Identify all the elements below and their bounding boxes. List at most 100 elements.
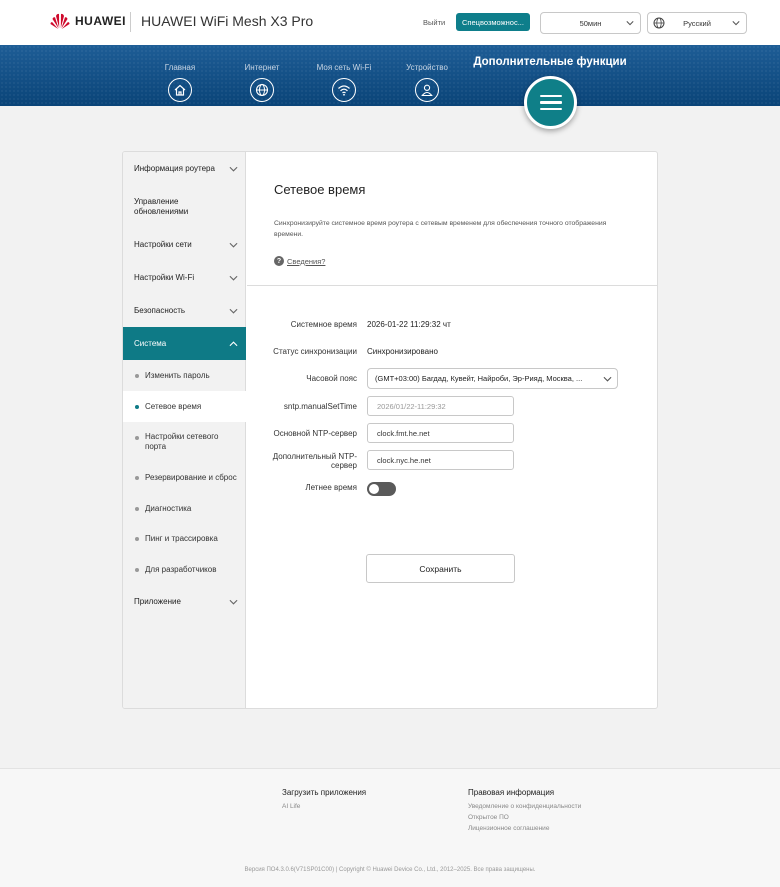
system-time-label: Системное время (290, 320, 357, 329)
session-timeout-select[interactable]: 50мин (540, 12, 641, 34)
ai-life-link[interactable]: AI Life (282, 803, 300, 810)
sync-status-label: Статус синхронизации (273, 347, 357, 356)
sidebar-subitem-label: Резервирование и сброс (145, 473, 237, 482)
sidebar-item-system[interactable]: Система (123, 327, 246, 360)
language-select[interactable]: Русский (647, 12, 747, 34)
chevron-down-icon (732, 21, 740, 26)
sidebar-item-router-info[interactable]: Информация роутера (123, 152, 246, 185)
help-link[interactable]: ? Сведения? (274, 256, 325, 266)
dst-toggle[interactable] (367, 482, 396, 496)
sidebar-item-wifi[interactable]: Настройки Wi-Fi (123, 261, 246, 294)
bullet-dot (135, 507, 139, 511)
apps-title: Загрузить приложения (282, 788, 367, 797)
sidebar-subitem-label: Изменить пароль (145, 371, 210, 380)
main-navigation: Главная Интернет Моя сеть Wi-Fi Устройст… (0, 45, 780, 106)
nav-internet-label: Интернет (244, 63, 280, 72)
bullet-dot (135, 436, 139, 440)
save-button[interactable]: Сохранить (366, 554, 515, 583)
nav-device-label: Устройство (406, 63, 448, 72)
top-header: HUAWEI HUAWEI WiFi Mesh X3 Pro Выйти Спе… (0, 0, 780, 45)
logout-link[interactable]: Выйти (423, 18, 445, 27)
nav-wifi-label: Моя сеть Wi-Fi (316, 63, 372, 72)
open-source-link[interactable]: Открытое ПО (468, 814, 509, 821)
license-link[interactable]: Лицензионное соглашение (468, 825, 549, 832)
secondary-ntp-input[interactable]: clock.nyc.he.net (367, 450, 514, 470)
primary-ntp-value: clock.fmt.he.net (377, 428, 430, 438)
sidebar-subitem-developers[interactable]: Для разработчиков (123, 554, 246, 585)
brand-name: HUAWEI (75, 14, 126, 28)
product-name: HUAWEI WiFi Mesh X3 Pro (141, 13, 314, 29)
page-title: Сетевое время (274, 182, 366, 197)
timezone-value: (GMT+03:00) Багдад, Кувейт, Найроби, Эр-… (375, 374, 583, 383)
sidebar: Информация роутера Управление обновления… (123, 152, 246, 708)
sidebar-item-label: Система (134, 339, 167, 348)
sidebar-subitem-port-settings[interactable]: Настройки сетевого порта (123, 424, 246, 463)
sidebar-subitem-password[interactable]: Изменить пароль (123, 360, 246, 391)
huawei-logo: HUAWEI (50, 12, 126, 30)
sidebar-item-label: Приложение (134, 597, 181, 606)
toggle-knob (369, 484, 379, 494)
nav-advanced[interactable]: Дополнительные функции (465, 56, 635, 68)
globe-icon[interactable] (250, 78, 274, 102)
session-timeout-value: 50мин (579, 18, 602, 28)
manual-time-input[interactable]: 2026/01/22-11:29:32 (367, 396, 514, 416)
sidebar-item-app[interactable]: Приложение (123, 585, 246, 618)
copyright: Версия ПО4.3.0.6(V71SP01C00) | Copyright… (244, 867, 536, 873)
sidebar-subitem-label: Сетевое время (145, 402, 202, 411)
sidebar-subitem-label: Для разработчиков (145, 565, 217, 574)
sidebar-subitem-network-time[interactable]: Сетевое время (123, 391, 246, 422)
sidebar-item-label: Безопасность (134, 306, 186, 315)
sidebar-item-network[interactable]: Настройки сети (123, 228, 246, 261)
dst-label: Летнее время (305, 483, 357, 492)
nav-internet[interactable]: Интернет (227, 63, 297, 72)
bullet-dot (135, 476, 139, 480)
sidebar-item-label: Информация роутера (134, 164, 215, 173)
secondary-ntp-value: clock.nyc.he.net (377, 455, 431, 465)
help-link-label: Сведения? (287, 256, 326, 266)
footer: Загрузить приложения AI Life Правовая ин… (0, 768, 780, 887)
nav-home[interactable]: Главная (145, 63, 215, 72)
user-icon[interactable] (415, 78, 439, 102)
privacy-link[interactable]: Уведомление о конфиденциальности (468, 803, 581, 810)
secondary-ntp-label: Дополнительный NTP-сервер (272, 452, 357, 470)
primary-ntp-input[interactable]: clock.fmt.he.net (367, 423, 514, 443)
divider (247, 285, 657, 286)
nav-wifi[interactable]: Моя сеть Wi-Fi (309, 63, 379, 72)
bullet-dot (135, 537, 139, 541)
sync-status-value: Синхронизировано (367, 347, 438, 356)
bullet-dot (135, 374, 139, 378)
accessibility-button[interactable]: Спецвозможнос... (456, 13, 530, 31)
page-description: Синхронизируйте системное время роутера … (274, 220, 607, 238)
timezone-select[interactable]: (GMT+03:00) Багдад, Кувейт, Найроби, Эр-… (367, 368, 618, 389)
sidebar-item-label: Настройки Wi-Fi (134, 273, 195, 282)
chevron-down-icon (229, 166, 238, 172)
sidebar-subitem-label: Пинг и трассировка (145, 534, 218, 543)
manual-time-value: 2026/01/22-11:29:32 (377, 401, 446, 411)
legal-title: Правовая информация (468, 788, 555, 797)
sidebar-subitem-label: Настройки сетевого порта (145, 432, 219, 451)
chevron-down-icon (229, 242, 238, 248)
nav-home-label: Главная (164, 63, 196, 72)
sidebar-item-updates[interactable]: Управление обновлениями (123, 190, 246, 223)
bullet-dot (135, 568, 139, 572)
timezone-label: Часовой пояс (306, 374, 357, 383)
language-value: Русский (683, 18, 711, 28)
huawei-flower-icon (50, 13, 70, 29)
menu-icon[interactable] (524, 76, 577, 129)
wifi-icon[interactable] (332, 78, 356, 102)
sidebar-subitem-backup-reset[interactable]: Резервирование и сброс (123, 463, 246, 493)
chevron-up-icon (229, 340, 238, 346)
home-icon[interactable] (168, 78, 192, 102)
manual-time-label: sntp.manualSetTime (283, 402, 357, 411)
sidebar-item-label: Настройки сети (134, 240, 192, 249)
sidebar-subitem-label: Диагностика (145, 504, 192, 513)
chevron-down-icon (229, 275, 238, 281)
sidebar-subitem-diagnostics[interactable]: Диагностика (123, 493, 246, 524)
nav-device[interactable]: Устройство (392, 63, 462, 72)
sidebar-item-security[interactable]: Безопасность (123, 294, 246, 327)
chevron-down-icon (603, 376, 612, 382)
sidebar-subitem-ping[interactable]: Пинг и трассировка (123, 524, 246, 554)
chevron-down-icon (229, 599, 238, 605)
content-area: Сетевое время Синхронизируйте системное … (247, 152, 657, 708)
system-time-value: 2026-01-22 11:29:32 чт (367, 320, 451, 329)
